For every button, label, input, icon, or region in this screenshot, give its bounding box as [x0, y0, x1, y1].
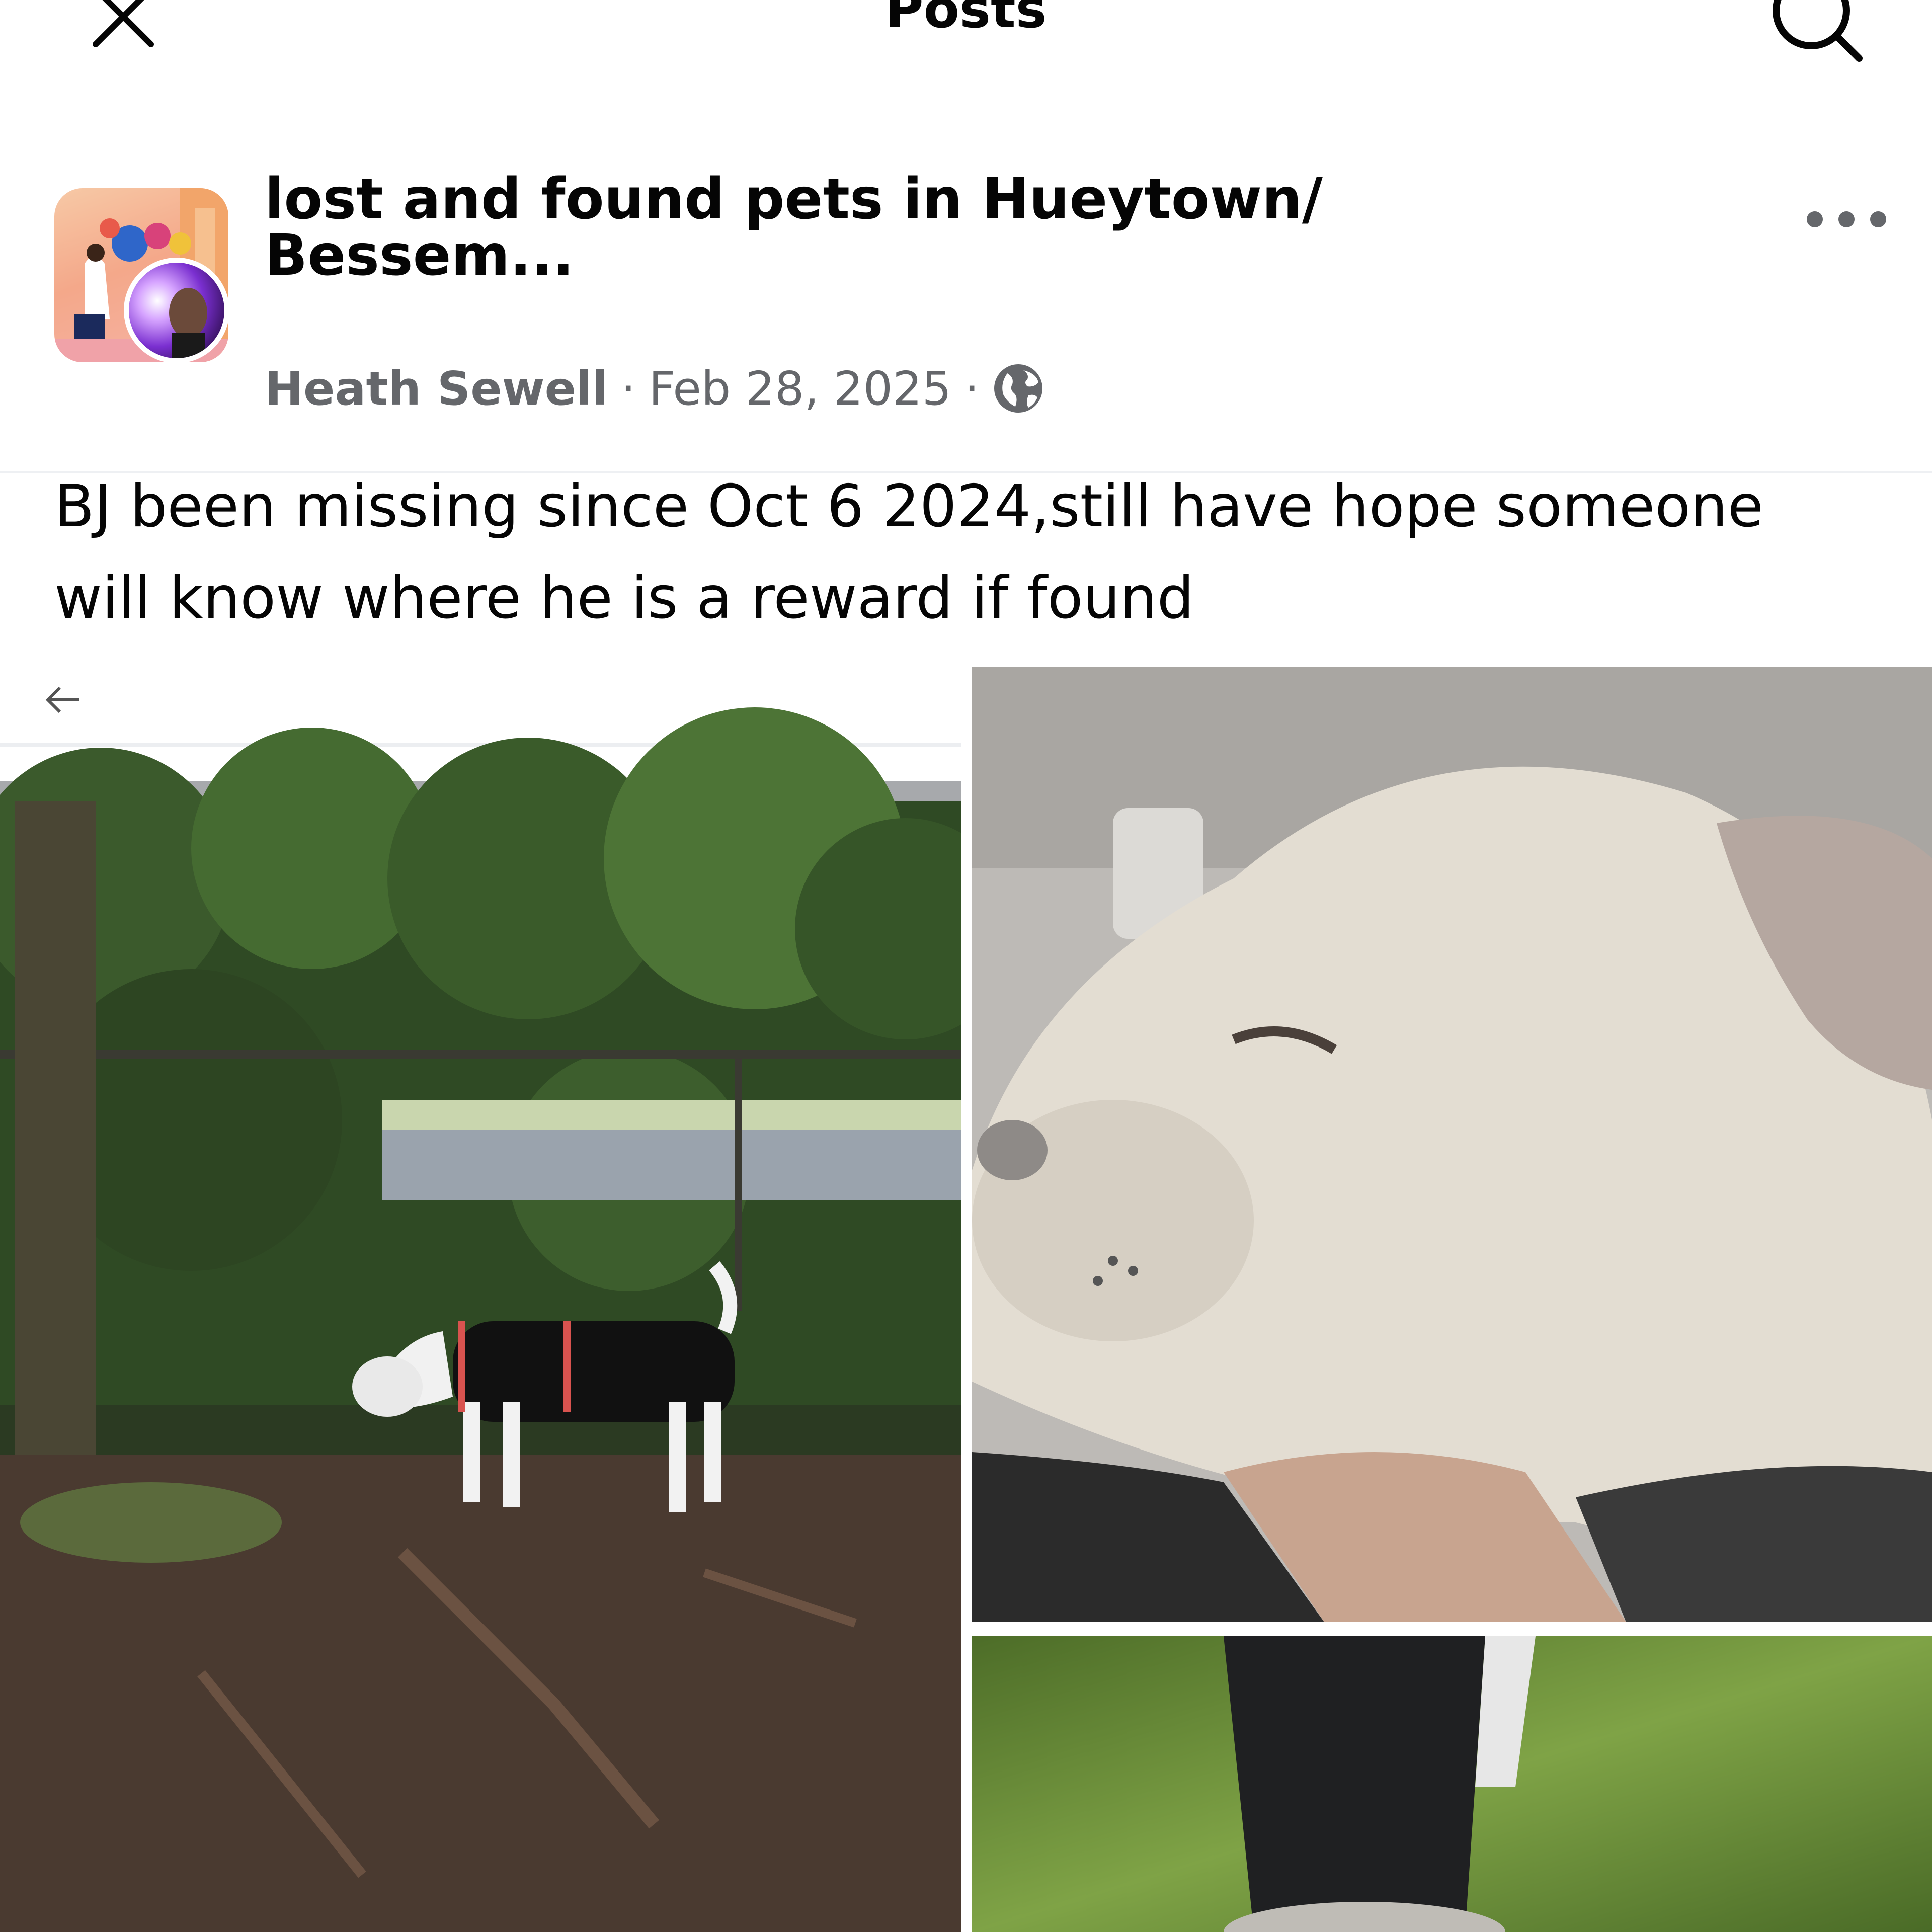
meta-separator: · — [964, 361, 980, 416]
photo-dog-in-yard[interactable] — [0, 667, 961, 1932]
close-button[interactable] — [75, 0, 171, 65]
more-options-button[interactable] — [1796, 200, 1897, 240]
close-icon — [86, 0, 161, 56]
meta-separator: · — [621, 361, 636, 416]
search-button[interactable] — [1766, 0, 1867, 65]
page-title: Posts — [885, 0, 1047, 40]
photo-grass[interactable] — [972, 1636, 1932, 1932]
author-link[interactable]: Heath Sewell — [265, 362, 608, 416]
user-avatar[interactable] — [124, 258, 229, 363]
post-meta: Heath Sewell · Feb 28, 2025 · — [265, 358, 1044, 419]
photo-dog-face[interactable] — [972, 667, 1932, 1622]
globe-icon — [992, 362, 1044, 415]
search-icon — [1766, 0, 1867, 69]
post-avatar[interactable] — [54, 188, 230, 364]
post-timestamp[interactable]: Feb 28, 2025 — [649, 362, 951, 416]
group-name-line-2: Bessem... — [265, 223, 574, 288]
more-horizontal-icon — [1804, 209, 1889, 231]
post-viewer: Posts lost and found pets in Hueytown/ B… — [0, 0, 1932, 1932]
back-arrow-icon — [40, 677, 86, 722]
post-body-text: BJ been missing since Oct 6 2024,still h… — [54, 472, 1764, 632]
photo-grid — [0, 667, 1932, 1932]
group-name-link[interactable]: lost and found pets in Hueytown/ Bessem.… — [265, 171, 1683, 284]
group-name-line-1: lost and found pets in Hueytown/ — [265, 167, 1323, 232]
top-bar: Posts — [0, 0, 1932, 62]
